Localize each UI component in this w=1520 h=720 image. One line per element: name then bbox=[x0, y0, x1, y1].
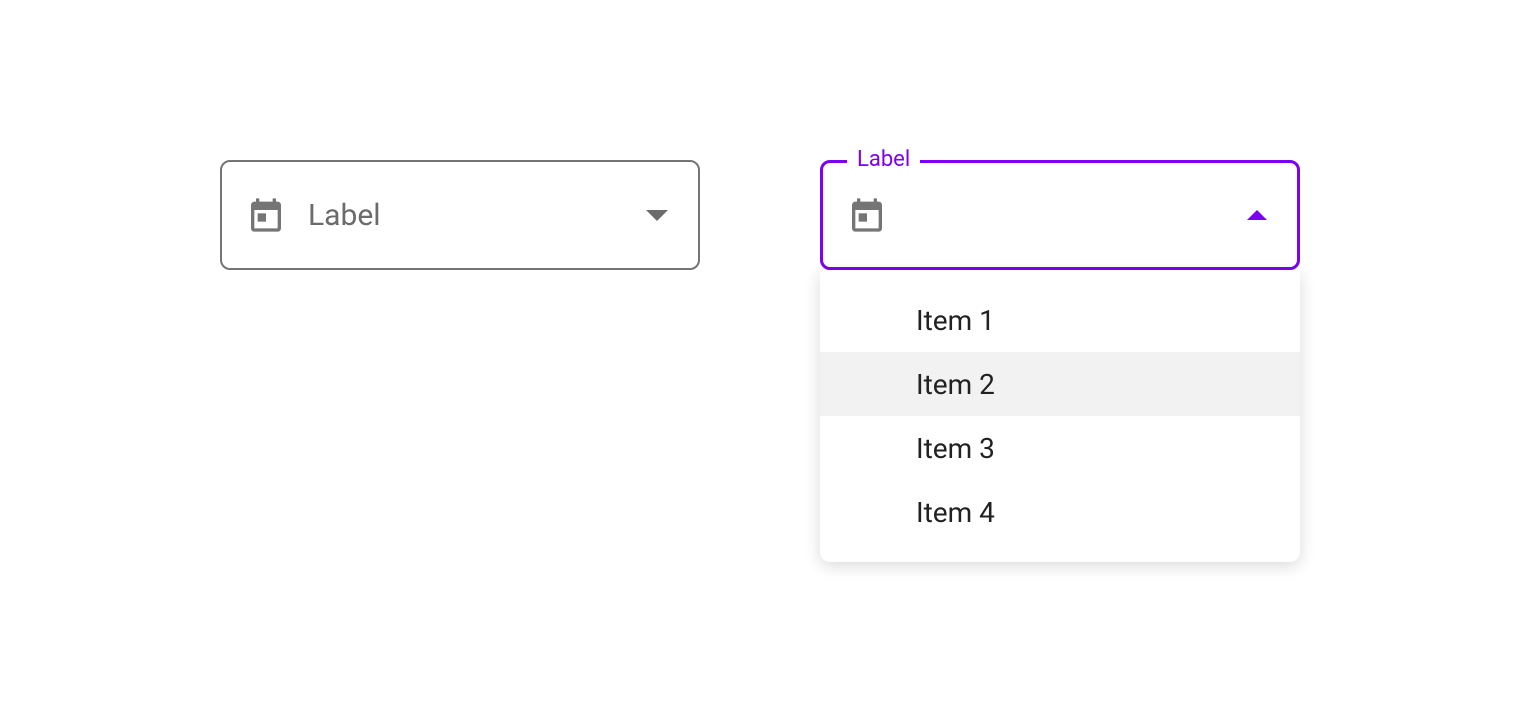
select-floating-label: Label bbox=[847, 149, 920, 171]
dropdown-item-label: Item 1 bbox=[916, 304, 995, 337]
calendar-icon bbox=[847, 195, 887, 235]
dropdown-item-label: Item 3 bbox=[916, 432, 995, 465]
dropdown-item[interactable]: Item 2 bbox=[820, 352, 1300, 416]
dropdown-menu: Item 1 Item 2 Item 3 Item 4 bbox=[820, 270, 1300, 562]
dropdown-item[interactable]: Item 1 bbox=[820, 288, 1300, 352]
dropdown-item[interactable]: Item 3 bbox=[820, 416, 1300, 480]
select-open-wrapper: Label Item 1 Item 2 Item 3 Item 4 bbox=[820, 160, 1300, 270]
dropdown-item-label: Item 4 bbox=[916, 496, 995, 529]
select-placeholder: Label bbox=[308, 198, 646, 233]
dropdown-item[interactable]: Item 4 bbox=[820, 480, 1300, 544]
select-open[interactable]: Label bbox=[820, 160, 1300, 270]
dropdown-item-label: Item 2 bbox=[916, 368, 995, 401]
calendar-icon bbox=[246, 195, 286, 235]
chevron-up-icon bbox=[1247, 210, 1267, 220]
chevron-down-icon bbox=[646, 210, 668, 221]
select-closed[interactable]: Label bbox=[220, 160, 700, 270]
